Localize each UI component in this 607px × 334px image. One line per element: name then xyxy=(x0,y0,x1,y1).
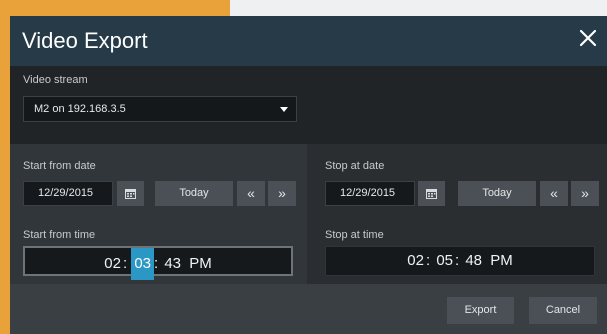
dialog-footer: Export Cancel xyxy=(10,284,607,334)
stop-time-field[interactable]: 02: 05: 48 PM xyxy=(325,246,595,276)
stop-calendar-button[interactable] xyxy=(418,181,445,206)
start-time-ampm[interactable]: PM xyxy=(187,250,214,278)
start-time-hour[interactable]: 02 xyxy=(102,250,123,278)
stop-time-minute[interactable]: 05 xyxy=(434,247,455,275)
start-panel: Start from date 12/29/2015 Today « » Sta… xyxy=(10,144,307,284)
video-stream-section: Video stream M2 on 192.168.3.5 xyxy=(10,66,607,144)
stop-next-button[interactable]: » xyxy=(571,181,599,206)
start-prev-button[interactable]: « xyxy=(237,181,265,206)
stop-date-input[interactable]: 12/29/2015 xyxy=(325,181,415,206)
stop-time-second[interactable]: 48 xyxy=(463,247,484,275)
start-next-button[interactable]: » xyxy=(268,181,296,206)
dialog-title-bar: Video Export xyxy=(10,16,607,66)
start-date-input[interactable]: 12/29/2015 xyxy=(23,181,113,206)
calendar-icon xyxy=(426,188,437,199)
stop-date-label: Stop at date xyxy=(325,160,385,172)
cancel-button[interactable]: Cancel xyxy=(529,297,597,324)
dialog-title: Video Export xyxy=(22,28,148,53)
double-chevron-right-icon: » xyxy=(581,185,589,201)
stop-time-ampm[interactable]: PM xyxy=(488,247,515,275)
video-stream-select[interactable]: M2 on 192.168.3.5 xyxy=(23,96,297,122)
video-export-dialog: Video Export Video stream M2 on 192.168.… xyxy=(10,16,607,334)
stop-time-label: Stop at time xyxy=(325,229,384,241)
calendar-icon xyxy=(125,188,136,199)
video-stream-label: Video stream xyxy=(23,74,88,86)
stop-time-hour[interactable]: 02 xyxy=(405,247,426,275)
start-time-label: Start from time xyxy=(23,229,96,241)
stop-prev-button[interactable]: « xyxy=(540,181,568,206)
video-stream-value: M2 on 192.168.3.5 xyxy=(34,103,126,115)
double-chevron-left-icon: « xyxy=(550,185,558,201)
start-date-label: Start from date xyxy=(23,160,96,172)
start-calendar-button[interactable] xyxy=(117,181,144,206)
export-button[interactable]: Export xyxy=(447,297,514,324)
close-icon[interactable] xyxy=(577,27,599,49)
start-time-minute[interactable]: 03 xyxy=(131,248,154,280)
double-chevron-left-icon: « xyxy=(247,185,255,201)
stop-panel: Stop at date 12/29/2015 Today « » Stop a… xyxy=(307,144,607,284)
start-today-button[interactable]: Today xyxy=(155,181,233,206)
start-time-second[interactable]: 43 xyxy=(162,250,183,278)
caret-down-icon xyxy=(280,107,288,112)
stop-today-button[interactable]: Today xyxy=(458,181,536,206)
start-time-field[interactable]: 02: 03: 43 PM xyxy=(23,246,293,280)
double-chevron-right-icon: » xyxy=(278,185,286,201)
